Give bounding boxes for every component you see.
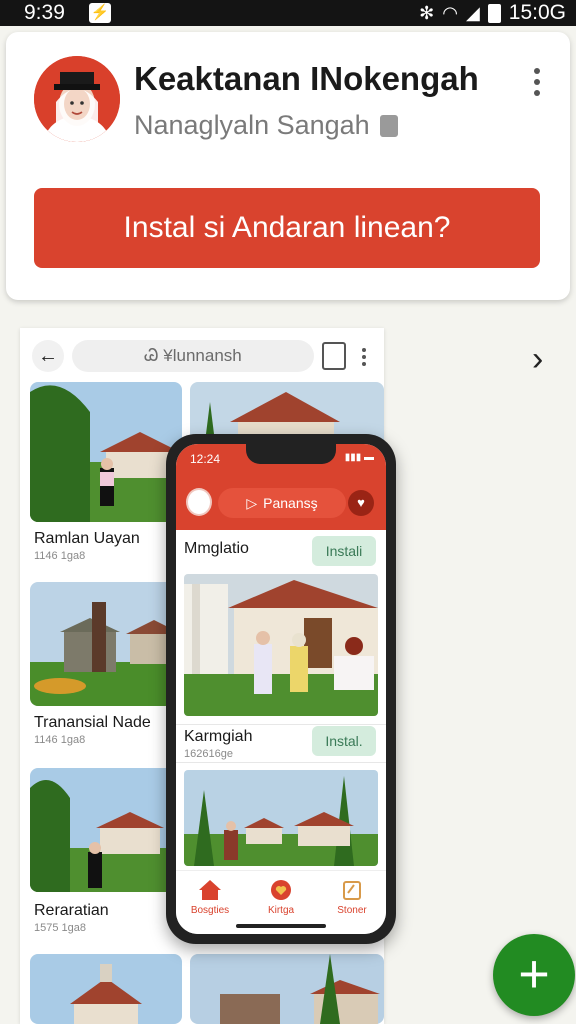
phone-search-input[interactable]: ▷ Panansş	[218, 488, 346, 518]
nav-label: Kirtga	[267, 905, 295, 916]
phone-item-image[interactable]	[184, 770, 378, 866]
list-item-image[interactable]	[30, 382, 182, 522]
install-button[interactable]: Instal si Andaran linean?	[34, 188, 540, 268]
store-icon	[343, 881, 361, 900]
status-bar: 9:39 ⚡ ✻ ◠ ◢ 15:0G	[0, 0, 576, 26]
app-subtitle: Nanaglyaln Sangah	[134, 110, 398, 141]
back-arrow-icon[interactable]: ←	[32, 340, 64, 372]
phone-home-indicator	[236, 924, 326, 928]
phone-divider	[176, 724, 386, 725]
phone-install-button[interactable]: Instali	[312, 536, 376, 566]
lock-icon	[379, 114, 398, 137]
flash-icon: ⚡	[88, 3, 111, 23]
phone-row-title: Karmgiah	[184, 728, 253, 745]
chevron-right-icon[interactable]: ›	[532, 340, 543, 379]
add-fab-button[interactable]: +	[493, 934, 575, 1016]
status-icons: ✻ ◠ ◢ 15:0G	[419, 1, 566, 25]
phone-row-title: Mmglatio	[184, 540, 249, 557]
phone-item-image[interactable]	[184, 574, 378, 716]
heart-icon	[271, 880, 291, 900]
avatar[interactable]	[34, 56, 120, 142]
list-item-image[interactable]	[30, 768, 182, 892]
phone-signal-icon: ▮▮▮ ▬	[344, 452, 374, 463]
nav-item-favorites[interactable]: Kirtga	[251, 879, 311, 916]
status-time: 9:39	[24, 1, 65, 24]
phone-divider	[176, 762, 386, 763]
nav-label: Bosgties	[190, 905, 230, 916]
nav-item-home[interactable]: Bosgties	[180, 879, 240, 916]
phone-install-button[interactable]: Instal.	[312, 726, 376, 756]
battery-icon	[487, 3, 501, 23]
list-item-image[interactable]	[30, 582, 182, 706]
status-time-right: 15:0G	[508, 1, 566, 24]
list-item-title: Tranansial Nade	[34, 714, 151, 731]
phone-notch	[246, 444, 336, 464]
wifi-icon: ◠	[442, 2, 458, 23]
list-item-sub: 1146 1ga8	[34, 734, 86, 746]
search-input[interactable]: Ꮚ ¥lunnansh	[72, 340, 314, 372]
list-item-sub: 1575 1ga8	[34, 922, 86, 934]
phone-avatar[interactable]	[186, 488, 212, 516]
phone-status-time: 12:24	[190, 452, 221, 466]
signal-icon: ◢	[465, 2, 480, 23]
app-header-card: Keaktanan INokengah Nanaglyaln Sangah In…	[6, 32, 570, 300]
list-item-image[interactable]	[30, 954, 182, 1024]
nav-item-store[interactable]: Stoner	[322, 879, 382, 916]
more-options-icon[interactable]	[534, 68, 542, 96]
app-title: Keaktanan INokengah	[134, 60, 479, 97]
list-item-title: Reraratian	[34, 902, 109, 919]
list-item-image[interactable]	[190, 954, 384, 1024]
app-subtitle-text: Nanaglyaln Sangah	[134, 110, 370, 140]
vibrate-icon: ✻	[419, 2, 435, 23]
phone-mockup: 12:24 ▮▮▮ ▬ ▷ Panansş ♥ Mmglatio Instali	[166, 434, 396, 944]
home-icon	[199, 880, 221, 900]
search-text: Ꮚ ¥lunnansh	[144, 346, 242, 365]
nav-label: Stoner	[337, 905, 367, 916]
list-item-title: Ramlan Uayan	[34, 530, 140, 547]
profile-icon[interactable]	[322, 342, 346, 370]
play-icon: ▷	[246, 494, 258, 511]
panel-more-icon[interactable]	[362, 348, 366, 366]
phone-screen: 12:24 ▮▮▮ ▬ ▷ Panansş ♥ Mmglatio Instali	[176, 444, 386, 934]
list-item-sub: 1146 1ga8	[34, 550, 86, 562]
phone-search-text: Panansş	[263, 495, 318, 511]
phone-heart-icon[interactable]: ♥	[348, 490, 374, 516]
phone-row-sub: 162616ge	[184, 748, 233, 760]
